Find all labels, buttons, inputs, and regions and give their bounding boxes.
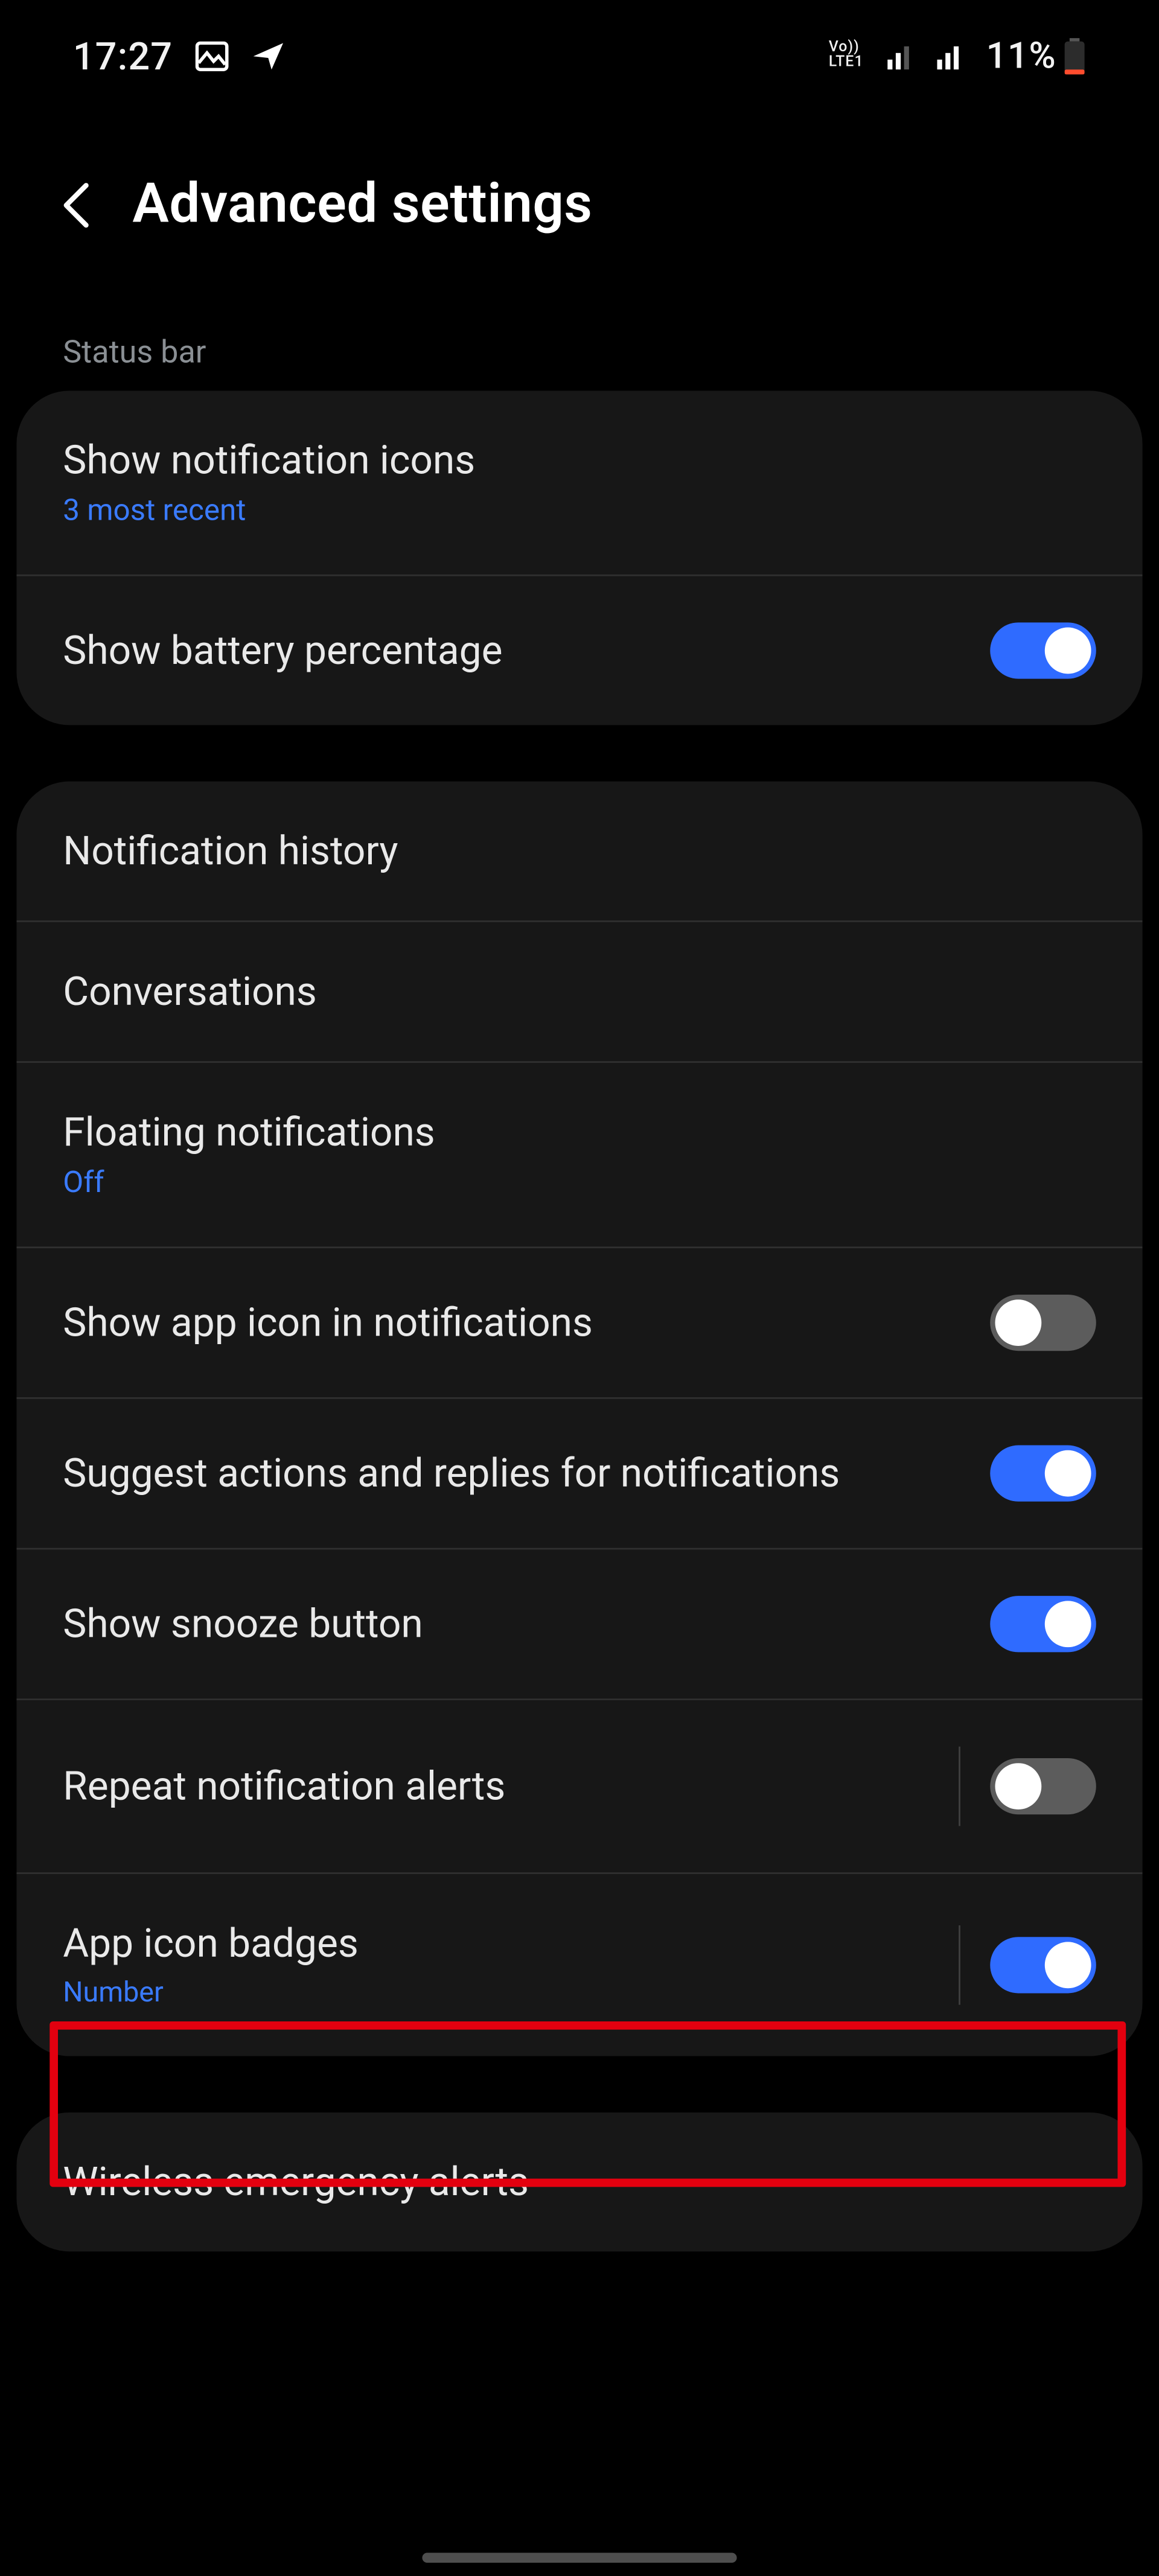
row-title: Show battery percentage (63, 628, 502, 674)
row-subtitle: Off (63, 1165, 435, 1200)
row-title: Show snooze button (63, 1601, 423, 1647)
row-title: Floating notifications (63, 1109, 435, 1156)
image-icon (196, 42, 229, 71)
row-show-snooze-button[interactable]: Show snooze button (16, 1548, 1142, 1699)
toggle-show-snooze-button[interactable] (990, 1596, 1096, 1652)
row-title: Notification history (63, 827, 398, 874)
gesture-bar[interactable] (422, 2553, 736, 2563)
toggle-show-app-icon-in-notifications[interactable] (990, 1295, 1096, 1351)
signal-icon-2 (936, 43, 963, 69)
row-subtitle: Number (63, 1977, 359, 2010)
toggle-suggest-actions-and-replies[interactable] (990, 1446, 1096, 1502)
row-title: Repeat notification alerts (63, 1763, 505, 1809)
row-show-battery-percentage[interactable]: Show battery percentage (16, 575, 1142, 725)
status-bar: 17:27 Vo))LTE1 11% (0, 0, 1159, 96)
page-header: Advanced settings (0, 96, 1159, 276)
row-notification-history[interactable]: Notification history (16, 782, 1142, 920)
row-show-notification-icons[interactable]: Show notification icons 3 most recent (16, 391, 1142, 574)
signal-icon (887, 43, 913, 69)
divider (959, 1747, 960, 1826)
section-label-status-bar: Status bar (0, 276, 1159, 391)
send-icon (252, 42, 286, 71)
battery-indicator: 11% (986, 36, 1087, 77)
row-title: Suggest actions and replies for notifica… (63, 1450, 840, 1497)
row-conversations[interactable]: Conversations (16, 920, 1142, 1061)
row-suggest-actions-and-replies[interactable]: Suggest actions and replies for notifica… (16, 1397, 1142, 1548)
volte-icon: Vo))LTE1 (829, 42, 864, 71)
row-floating-notifications[interactable]: Floating notifications Off (16, 1061, 1142, 1246)
row-title: Show app icon in notifications (63, 1299, 593, 1346)
toggle-app-icon-badges[interactable] (990, 1937, 1096, 1993)
row-repeat-notification-alerts[interactable]: Repeat notification alerts (16, 1698, 1142, 1872)
back-icon[interactable] (60, 178, 93, 231)
toggle-show-battery-percentage[interactable] (990, 622, 1096, 678)
card-emergency: Wireless emergency alerts (16, 2112, 1142, 2251)
status-time: 17:27 (73, 34, 173, 78)
row-subtitle: 3 most recent (63, 493, 475, 528)
status-bar-right: Vo))LTE1 11% (829, 36, 1086, 77)
row-app-icon-badges[interactable]: App icon badges Number (16, 1872, 1142, 2056)
row-show-app-icon-in-notifications[interactable]: Show app icon in notifications (16, 1246, 1142, 1397)
toggle-repeat-notification-alerts[interactable] (990, 1758, 1096, 1814)
battery-percentage-text: 11% (986, 36, 1056, 77)
page-title: Advanced settings (132, 172, 592, 237)
status-bar-left: 17:27 (73, 34, 286, 78)
divider (959, 1925, 960, 2005)
row-wireless-emergency-alerts[interactable]: Wireless emergency alerts (16, 2112, 1142, 2251)
card-status-bar: Show notification icons 3 most recent Sh… (16, 391, 1142, 725)
row-title: App icon badges (63, 1921, 359, 1967)
row-title: Wireless emergency alerts (63, 2159, 529, 2205)
card-notifications: Notification history Conversations Float… (16, 782, 1142, 2056)
row-title: Show notification icons (63, 437, 475, 483)
row-title: Conversations (63, 969, 317, 1015)
